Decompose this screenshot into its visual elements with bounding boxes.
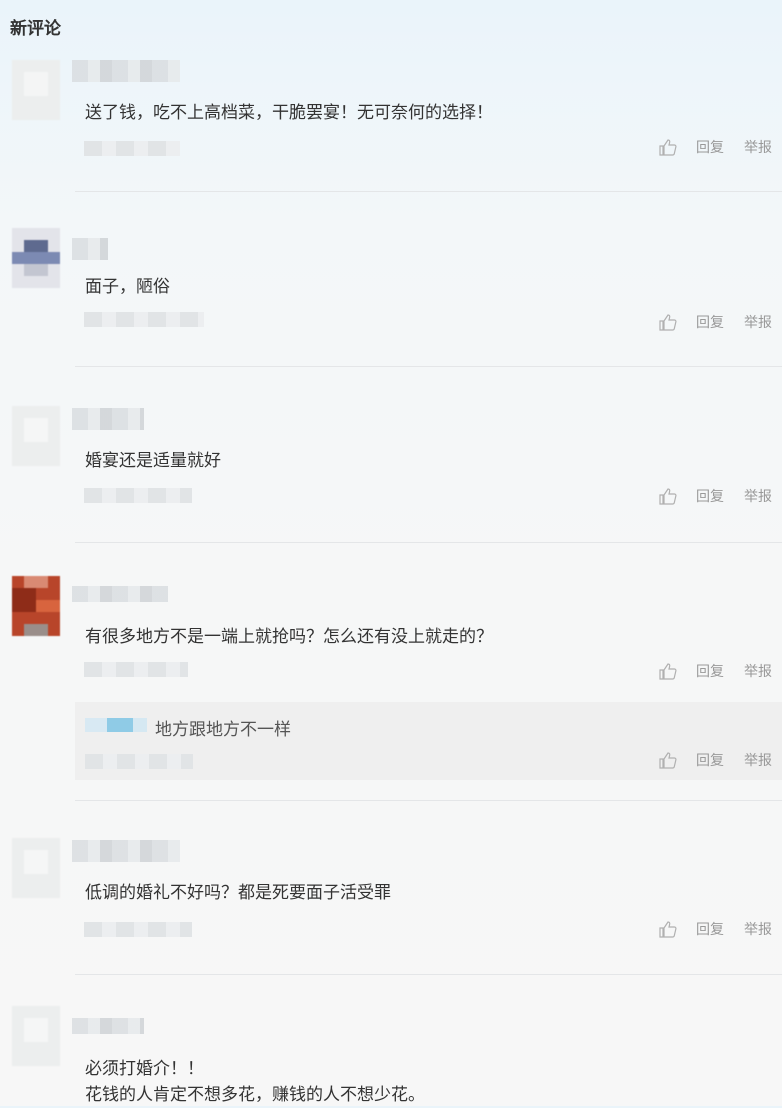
comment-actions: 回复 举报 [658, 312, 772, 332]
comment-actions: 回复 举报 [658, 919, 772, 939]
divider [75, 191, 782, 192]
reply-timestamp [85, 754, 193, 769]
username[interactable] [72, 238, 108, 260]
report-button[interactable]: 举报 [744, 661, 772, 681]
comment-text: 婚宴还是适量就好 [85, 451, 221, 470]
comment-actions: 回复 举报 [658, 661, 772, 681]
comment-actions: 回复 举报 [658, 486, 772, 506]
thumbs-up-icon[interactable] [658, 751, 678, 769]
thumbs-up-icon[interactable] [658, 662, 678, 680]
comment-actions: 回复 举报 [658, 137, 772, 157]
thumbs-up-icon[interactable] [658, 487, 678, 505]
page-title: 新评论 [10, 19, 61, 38]
divider [75, 800, 782, 801]
thumbs-up-icon[interactable] [658, 138, 678, 156]
avatar[interactable] [12, 228, 60, 288]
avatar[interactable] [12, 60, 60, 120]
reply-text: 地方跟地方不一样 [155, 720, 291, 739]
report-button[interactable]: 举报 [744, 486, 772, 506]
username[interactable] [72, 840, 180, 862]
comment-text: 必须打婚介！！ 花钱的人肯定不想多花，赚钱的人不想少花。 [85, 1059, 425, 1104]
avatar[interactable] [12, 576, 60, 636]
reply-button[interactable]: 回复 [696, 486, 724, 506]
thumbs-up-icon[interactable] [658, 313, 678, 331]
username[interactable] [72, 60, 180, 82]
report-button[interactable]: 举报 [744, 750, 772, 770]
reply-box: 地方跟地方不一样 回复 举报 [75, 702, 782, 780]
avatar[interactable] [12, 838, 60, 898]
avatar[interactable] [12, 406, 60, 466]
reply-button[interactable]: 回复 [696, 919, 724, 939]
reply-button[interactable]: 回复 [696, 137, 724, 157]
timestamp [84, 488, 192, 503]
comment-text: 面子，陋俗 [85, 277, 170, 296]
divider [75, 974, 782, 975]
username[interactable] [72, 586, 168, 602]
username[interactable] [72, 1018, 144, 1034]
comment-text: 送了钱，吃不上高档菜，干脆罢宴！无可奈何的选择！ [85, 103, 493, 122]
reply-username[interactable] [85, 718, 147, 732]
report-button[interactable]: 举报 [744, 312, 772, 332]
divider [75, 542, 782, 543]
thumbs-up-icon[interactable] [658, 920, 678, 938]
timestamp [84, 312, 204, 327]
timestamp [84, 662, 188, 677]
reply-actions: 回复 举报 [658, 750, 772, 770]
comment-text: 有很多地方不是一端上就抢吗？怎么还有没上就走的？ [85, 627, 493, 646]
timestamp [84, 922, 192, 937]
divider [75, 366, 782, 367]
reply-button[interactable]: 回复 [696, 661, 724, 681]
report-button[interactable]: 举报 [744, 919, 772, 939]
username[interactable] [72, 408, 144, 430]
report-button[interactable]: 举报 [744, 137, 772, 157]
avatar[interactable] [12, 1006, 60, 1066]
reply-button[interactable]: 回复 [696, 312, 724, 332]
comment-text: 低调的婚礼不好吗？都是死要面子活受罪 [85, 883, 391, 902]
reply-button[interactable]: 回复 [696, 750, 724, 770]
timestamp [84, 141, 180, 156]
